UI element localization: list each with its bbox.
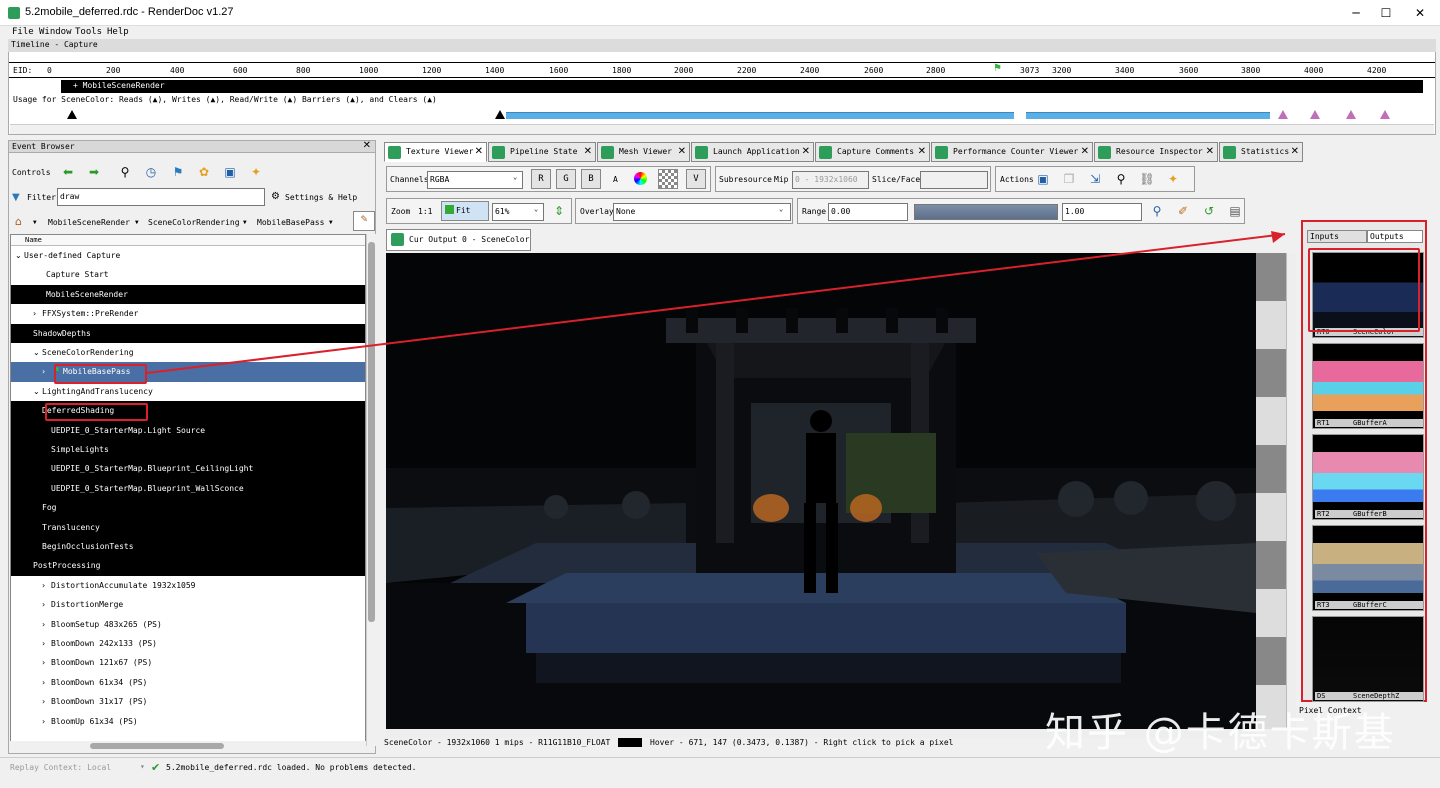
annotation-arrow <box>146 231 1286 374</box>
check-icon: ✔ <box>151 761 161 774</box>
watermark-text: 知乎 @卡德卡斯基 <box>1045 710 1396 756</box>
replay-context[interactable]: Replay Context: Local <box>10 763 111 772</box>
status-message: 5.2mobile_deferred.rdc loaded. No proble… <box>166 763 417 772</box>
status-bar: Replay Context: Local ▾ ✔ 5.2mobile_defe… <box>0 757 1440 781</box>
annotation-box-rt0 <box>1308 248 1420 332</box>
chevron-down-icon[interactable]: ▾ <box>140 762 145 771</box>
